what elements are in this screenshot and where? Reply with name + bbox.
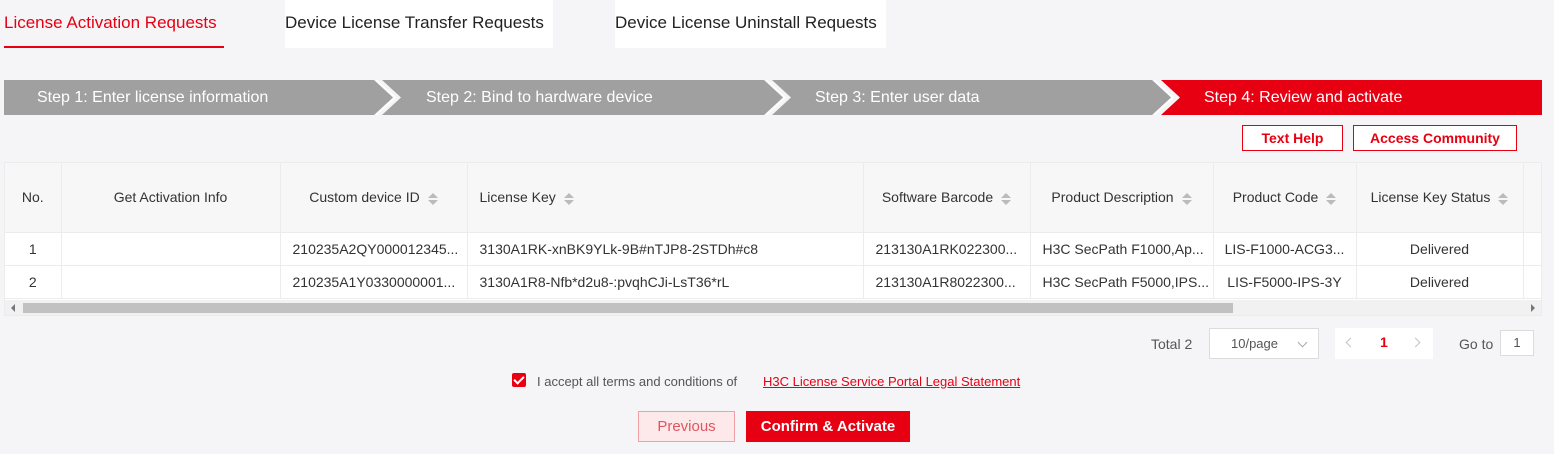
table-header-row: No. Get Activation Info Custom device ID… [5, 163, 1541, 233]
column-header-custom-device-id[interactable]: Custom device ID [280, 163, 468, 233]
cell-software-barcode: 213130A1R8022300... [863, 265, 1031, 299]
prev-page-icon[interactable] [1345, 337, 1356, 348]
table-row: 2 210235A1Y0330000001... 3130A1R8-Nfb*d2… [5, 265, 1541, 299]
step-2-label: Step 2: Bind to hardware device [426, 89, 653, 106]
column-header-product-code[interactable]: Product Code [1213, 163, 1357, 233]
pagination-nav: 1 [1335, 328, 1433, 359]
cell-get-activation-info [61, 265, 281, 299]
column-header-license-key-status[interactable]: License Key Status [1356, 163, 1524, 233]
text-help-button[interactable]: Text Help [1242, 125, 1343, 151]
cell-license-key: 3130A1R8-Nfb*d2u8-:pvqhCJi-LsT36*rL [467, 265, 864, 299]
scroll-left-icon[interactable] [11, 304, 15, 312]
tab-device-license-transfer-requests[interactable]: Device License Transfer Requests [285, 0, 553, 48]
column-header-license-key[interactable]: License Key [467, 163, 864, 233]
step-4-label: Step 4: Review and activate [1204, 89, 1403, 106]
page-size-value: 10/page [1231, 336, 1278, 351]
accept-terms-checkbox[interactable] [512, 373, 526, 387]
column-header-overflow [1523, 163, 1541, 233]
column-header-product-description[interactable]: Product Description [1030, 163, 1214, 233]
access-community-button[interactable]: Access Community [1353, 125, 1517, 151]
step-1-label: Step 1: Enter license information [37, 89, 269, 106]
previous-button[interactable]: Previous [638, 411, 735, 442]
legal-statement-link[interactable]: H3C License Service Portal Legal Stateme… [763, 374, 1020, 389]
goto-page-input[interactable]: 1 [1500, 330, 1534, 356]
cell-custom-device-id: 210235A2QY000012345... [280, 232, 468, 266]
cell-custom-device-id: 210235A1Y0330000001... [280, 265, 468, 299]
horizontal-scrollbar[interactable] [5, 300, 1541, 315]
sort-icon[interactable] [427, 192, 438, 205]
pagination-total: Total 2 [1151, 336, 1193, 352]
cell-no: 2 [5, 265, 62, 299]
sort-icon[interactable] [563, 192, 574, 205]
chevron-down-icon [1297, 337, 1308, 348]
cell-product-code: LIS-F5000-IPS-3Y [1213, 265, 1357, 299]
tab-license-activation-requests[interactable]: License Activation Requests [4, 0, 224, 48]
cell-overflow [1523, 232, 1541, 266]
cell-product-code: LIS-F1000-ACG3... [1213, 232, 1357, 266]
cell-overflow [1523, 265, 1541, 299]
cell-license-key-status: Delivered [1356, 232, 1524, 266]
cell-get-activation-info [61, 232, 281, 266]
request-tabs: License Activation Requests Device Licen… [0, 0, 1554, 48]
scrollbar-thumb[interactable] [23, 303, 1233, 313]
column-header-software-barcode[interactable]: Software Barcode [863, 163, 1031, 233]
scroll-right-icon[interactable] [1531, 304, 1535, 312]
table-row: 1 210235A2QY000012345... 3130A1RK-xnBK9Y… [5, 232, 1541, 266]
current-page[interactable]: 1 [1380, 334, 1388, 350]
terms-text: I accept all terms and conditions of [537, 374, 738, 389]
next-page-icon[interactable] [1410, 337, 1421, 348]
column-header-no: No. [5, 163, 62, 233]
license-table: No. Get Activation Info Custom device ID… [4, 162, 1542, 316]
confirm-activate-button[interactable]: Confirm & Activate [746, 411, 910, 442]
cell-license-key-status: Delivered [1356, 265, 1524, 299]
cell-product-description: H3C SecPath F5000,IPS... [1030, 265, 1214, 299]
cell-product-description: H3C SecPath F1000,Ap... [1030, 232, 1214, 266]
goto-label: Go to [1459, 336, 1494, 352]
step-progress-bar: Step 1: Enter license information Step 2… [4, 80, 1542, 115]
sort-icon[interactable] [1326, 192, 1337, 205]
sort-icon[interactable] [1498, 192, 1509, 205]
sort-icon[interactable] [1001, 192, 1012, 205]
sort-icon[interactable] [1181, 192, 1192, 205]
page-size-select[interactable]: 10/page [1209, 328, 1319, 359]
column-header-get-activation-info: Get Activation Info [61, 163, 281, 233]
tab-device-license-uninstall-requests[interactable]: Device License Uninstall Requests [615, 0, 886, 48]
step-3-label: Step 3: Enter user data [815, 89, 980, 106]
cell-no: 1 [5, 232, 62, 266]
cell-software-barcode: 213130A1RK022300... [863, 232, 1031, 266]
cell-license-key: 3130A1RK-xnBK9YLk-9B#nTJP8-2STDh#c8 [467, 232, 864, 266]
